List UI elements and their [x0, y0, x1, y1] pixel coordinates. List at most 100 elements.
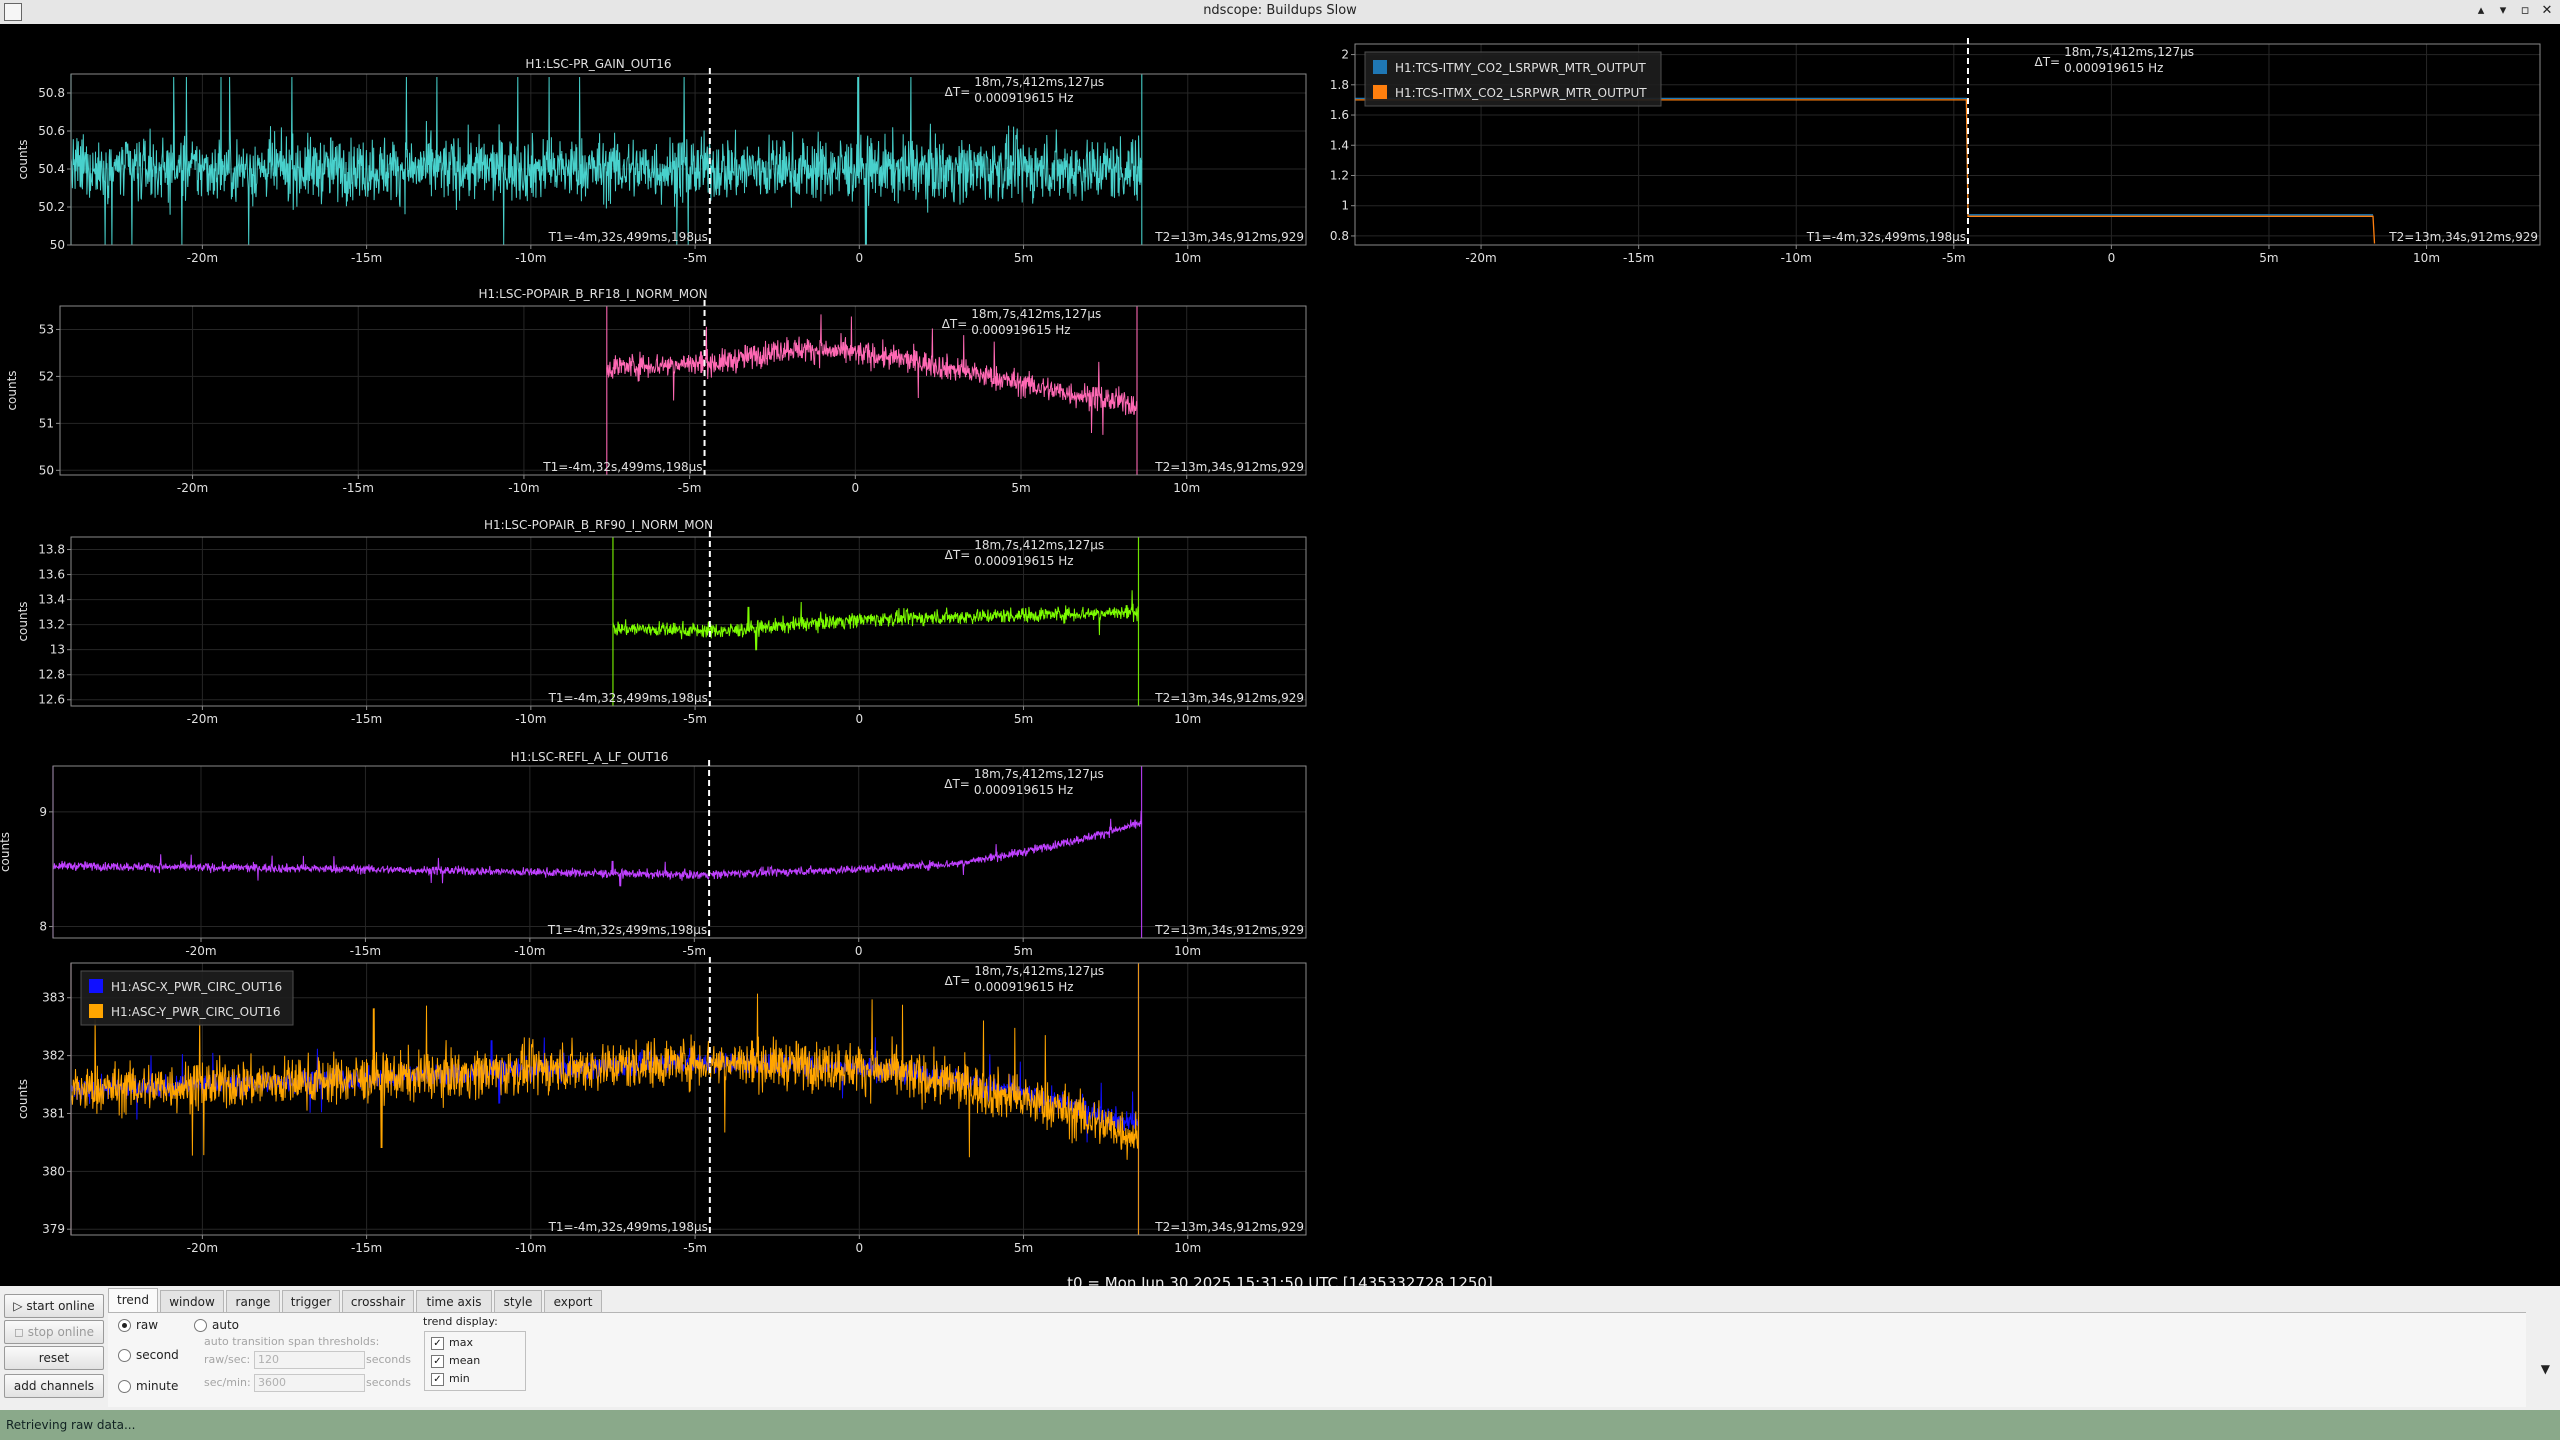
y-tick-label: 2 [1341, 48, 1349, 62]
start-online-button[interactable]: ▷ start online [4, 1294, 104, 1318]
trend-display-label: trend display: [423, 1315, 498, 1328]
delta-t-value: 18m,7s,412ms,127µs [974, 964, 1104, 978]
stop-online-button[interactable]: ◻ stop online [4, 1320, 104, 1344]
y-tick-label: 1.2 [1330, 168, 1349, 182]
trend-display-group: ✓ max ✓ mean ✓ min [424, 1331, 526, 1391]
t2-label: T2=13m,34s,912ms,929 [2388, 230, 2538, 244]
y-tick-label: 1.6 [1330, 108, 1349, 122]
mean-checkbox[interactable]: ✓ [431, 1355, 444, 1368]
x-tick-label: -10m [515, 251, 546, 265]
series-line [52, 810, 1143, 887]
delta-t-value: 18m,7s,412ms,127µs [2064, 45, 2194, 59]
x-tick-label: 10m [1174, 1241, 1201, 1255]
minute-radio[interactable] [118, 1380, 131, 1393]
tab-style[interactable]: style [494, 1290, 542, 1313]
y-tick-label: 1.4 [1330, 138, 1349, 152]
y-tick-label: 51 [39, 416, 54, 430]
delta-freq-value: 0.000919615 Hz [974, 91, 1073, 105]
plot-refl[interactable]: -20m -15m -10m -5m 0 5m 10m 8 9 counts H1:LSC-REFL… [0, 750, 1307, 958]
t1-label: T1=-4m,32s,499ms,198µs [542, 460, 702, 474]
seconds-label-2: seconds [366, 1376, 411, 1389]
add-channels-button[interactable]: add channels [4, 1374, 104, 1398]
plots-canvas[interactable]: -20m -15m -10m -5m 0 5m 10m 50 50.2 50.4 50.6 50.8 c… [0, 24, 2560, 1286]
restore-button[interactable]: ▾ [2494, 2, 2512, 20]
x-tick-label: 10m [2413, 251, 2440, 265]
x-tick-label: 10m [1174, 944, 1201, 958]
y-tick-label: 383 [42, 991, 65, 1005]
y-axis-label: counts [5, 370, 19, 410]
t1-label: T1=-4m,32s,499ms,198µs [548, 230, 708, 244]
y-tick-label: 13 [50, 643, 65, 657]
y-tick-label: 50.4 [38, 162, 65, 176]
t1-label: T1=-4m,32s,499ms,198µs [548, 691, 708, 705]
y-axis-label: counts [16, 601, 30, 641]
y-tick-label: 382 [42, 1049, 65, 1063]
control-panel: ▷ start online ◻ stop online reset add c… [0, 1286, 2560, 1410]
x-tick-label: 0 [855, 251, 863, 265]
plot-title: H1:LSC-REFL_A_LF_OUT16 [511, 750, 669, 764]
plot-asc-pwr[interactable]: -20m -15m -10m -5m 0 5m 10m 379 380 381 382 383 coun… [16, 957, 1307, 1255]
legend-entry: H1:TCS-ITMY_CO2_LSRPWR_MTR_OUTPUT [1395, 61, 1646, 75]
y-tick-label: 50 [50, 238, 65, 252]
plot-title: H1:LSC-POPAIR_B_RF90_I_NORM_MON [484, 518, 713, 532]
delta-t-prefix: ΔT= [942, 317, 968, 331]
window-title: ndscope: Buildups Slow [1203, 3, 1357, 18]
tab-range[interactable]: range [226, 1290, 280, 1313]
minimize-button[interactable]: ▴ [2472, 2, 2490, 20]
delta-t-value: 18m,7s,412ms,127µs [974, 538, 1104, 552]
min-checkbox[interactable]: ✓ [431, 1373, 444, 1386]
auto-thresholds-title: auto transition span thresholds: [204, 1335, 380, 1348]
series-line [1355, 97, 2373, 216]
plot-rf18[interactable]: -20m -15m -10m -5m 0 5m 10m 50 51 52 53 counts H1:LS… [5, 287, 1307, 495]
x-tick-label: -10m [515, 712, 546, 726]
plot-rf90[interactable]: -20m -15m -10m -5m 0 5m 10m 12.6 12.8 13 13.2 13.4 1… [16, 518, 1307, 726]
second-label: second [136, 1348, 179, 1362]
x-tick-label: -5m [683, 1241, 707, 1255]
legend-swatch [89, 979, 103, 993]
x-tick-label: -10m [514, 944, 545, 958]
legend-swatch [1373, 60, 1387, 74]
raw-radio[interactable] [118, 1319, 131, 1332]
tab-time-axis[interactable]: time axis [416, 1290, 492, 1313]
legend-entry: H1:TCS-ITMX_CO2_LSRPWR_MTR_OUTPUT [1395, 86, 1647, 100]
x-tick-label: 0 [851, 481, 859, 495]
second-radio[interactable] [118, 1349, 131, 1362]
tab-window[interactable]: window [160, 1290, 224, 1313]
tab-trigger[interactable]: trigger [282, 1290, 340, 1313]
x-tick-label: -5m [678, 481, 702, 495]
y-tick-label: 12.8 [38, 668, 65, 682]
delta-freq-value: 0.000919615 Hz [974, 783, 1073, 797]
x-tick-label: 5m [2259, 251, 2278, 265]
raw-sec-label: raw/sec: [204, 1353, 251, 1366]
x-tick-label: 10m [1174, 712, 1201, 726]
tab-export[interactable]: export [544, 1290, 602, 1313]
close-button[interactable]: ✕ [2538, 2, 2556, 20]
raw-sec-input[interactable]: 120 [254, 1351, 365, 1369]
x-tick-label: -20m [187, 251, 218, 265]
delta-t-value: 18m,7s,412ms,127µs [974, 767, 1104, 781]
y-tick-label: 380 [42, 1164, 65, 1178]
x-tick-label: -10m [515, 1241, 546, 1255]
x-tick-label: 5m [1014, 712, 1033, 726]
auto-radio[interactable] [194, 1319, 207, 1332]
max-checkbox[interactable]: ✓ [431, 1337, 444, 1350]
x-tick-label: -20m [1465, 251, 1496, 265]
plot-pr-gain[interactable]: -20m -15m -10m -5m 0 5m 10m 50 50.2 50.4 50.6 50.8 c… [16, 57, 1307, 265]
plot-tcs[interactable]: -20m -15m -10m -5m 0 5m 10m 0.8 1 1.2 1.4 1.6 1.8 2 T1… [1330, 38, 2541, 265]
y-tick-label: 1 [1341, 199, 1349, 213]
mean-label: mean [449, 1354, 481, 1367]
y-tick-label: 9 [39, 805, 47, 819]
x-tick-label: -10m [1781, 251, 1812, 265]
tab-trend[interactable]: trend [108, 1288, 158, 1314]
maximize-button[interactable]: ▫ [2516, 2, 2534, 20]
t2-label: T2=13m,34s,912ms,929 [1154, 230, 1304, 244]
sec-min-input[interactable]: 3600 [254, 1374, 365, 1392]
x-tick-label: -5m [682, 944, 706, 958]
reset-button[interactable]: reset [4, 1346, 104, 1370]
delta-t-prefix: ΔT= [945, 974, 971, 988]
tab-crosshair[interactable]: crosshair [342, 1290, 414, 1313]
t1-label: T1=-4m,32s,499ms,198µs [548, 1220, 708, 1234]
expand-arrow-icon[interactable]: ▼ [2541, 1362, 2550, 1376]
y-tick-label: 13.4 [38, 593, 65, 607]
y-tick-label: 12.6 [38, 693, 65, 707]
